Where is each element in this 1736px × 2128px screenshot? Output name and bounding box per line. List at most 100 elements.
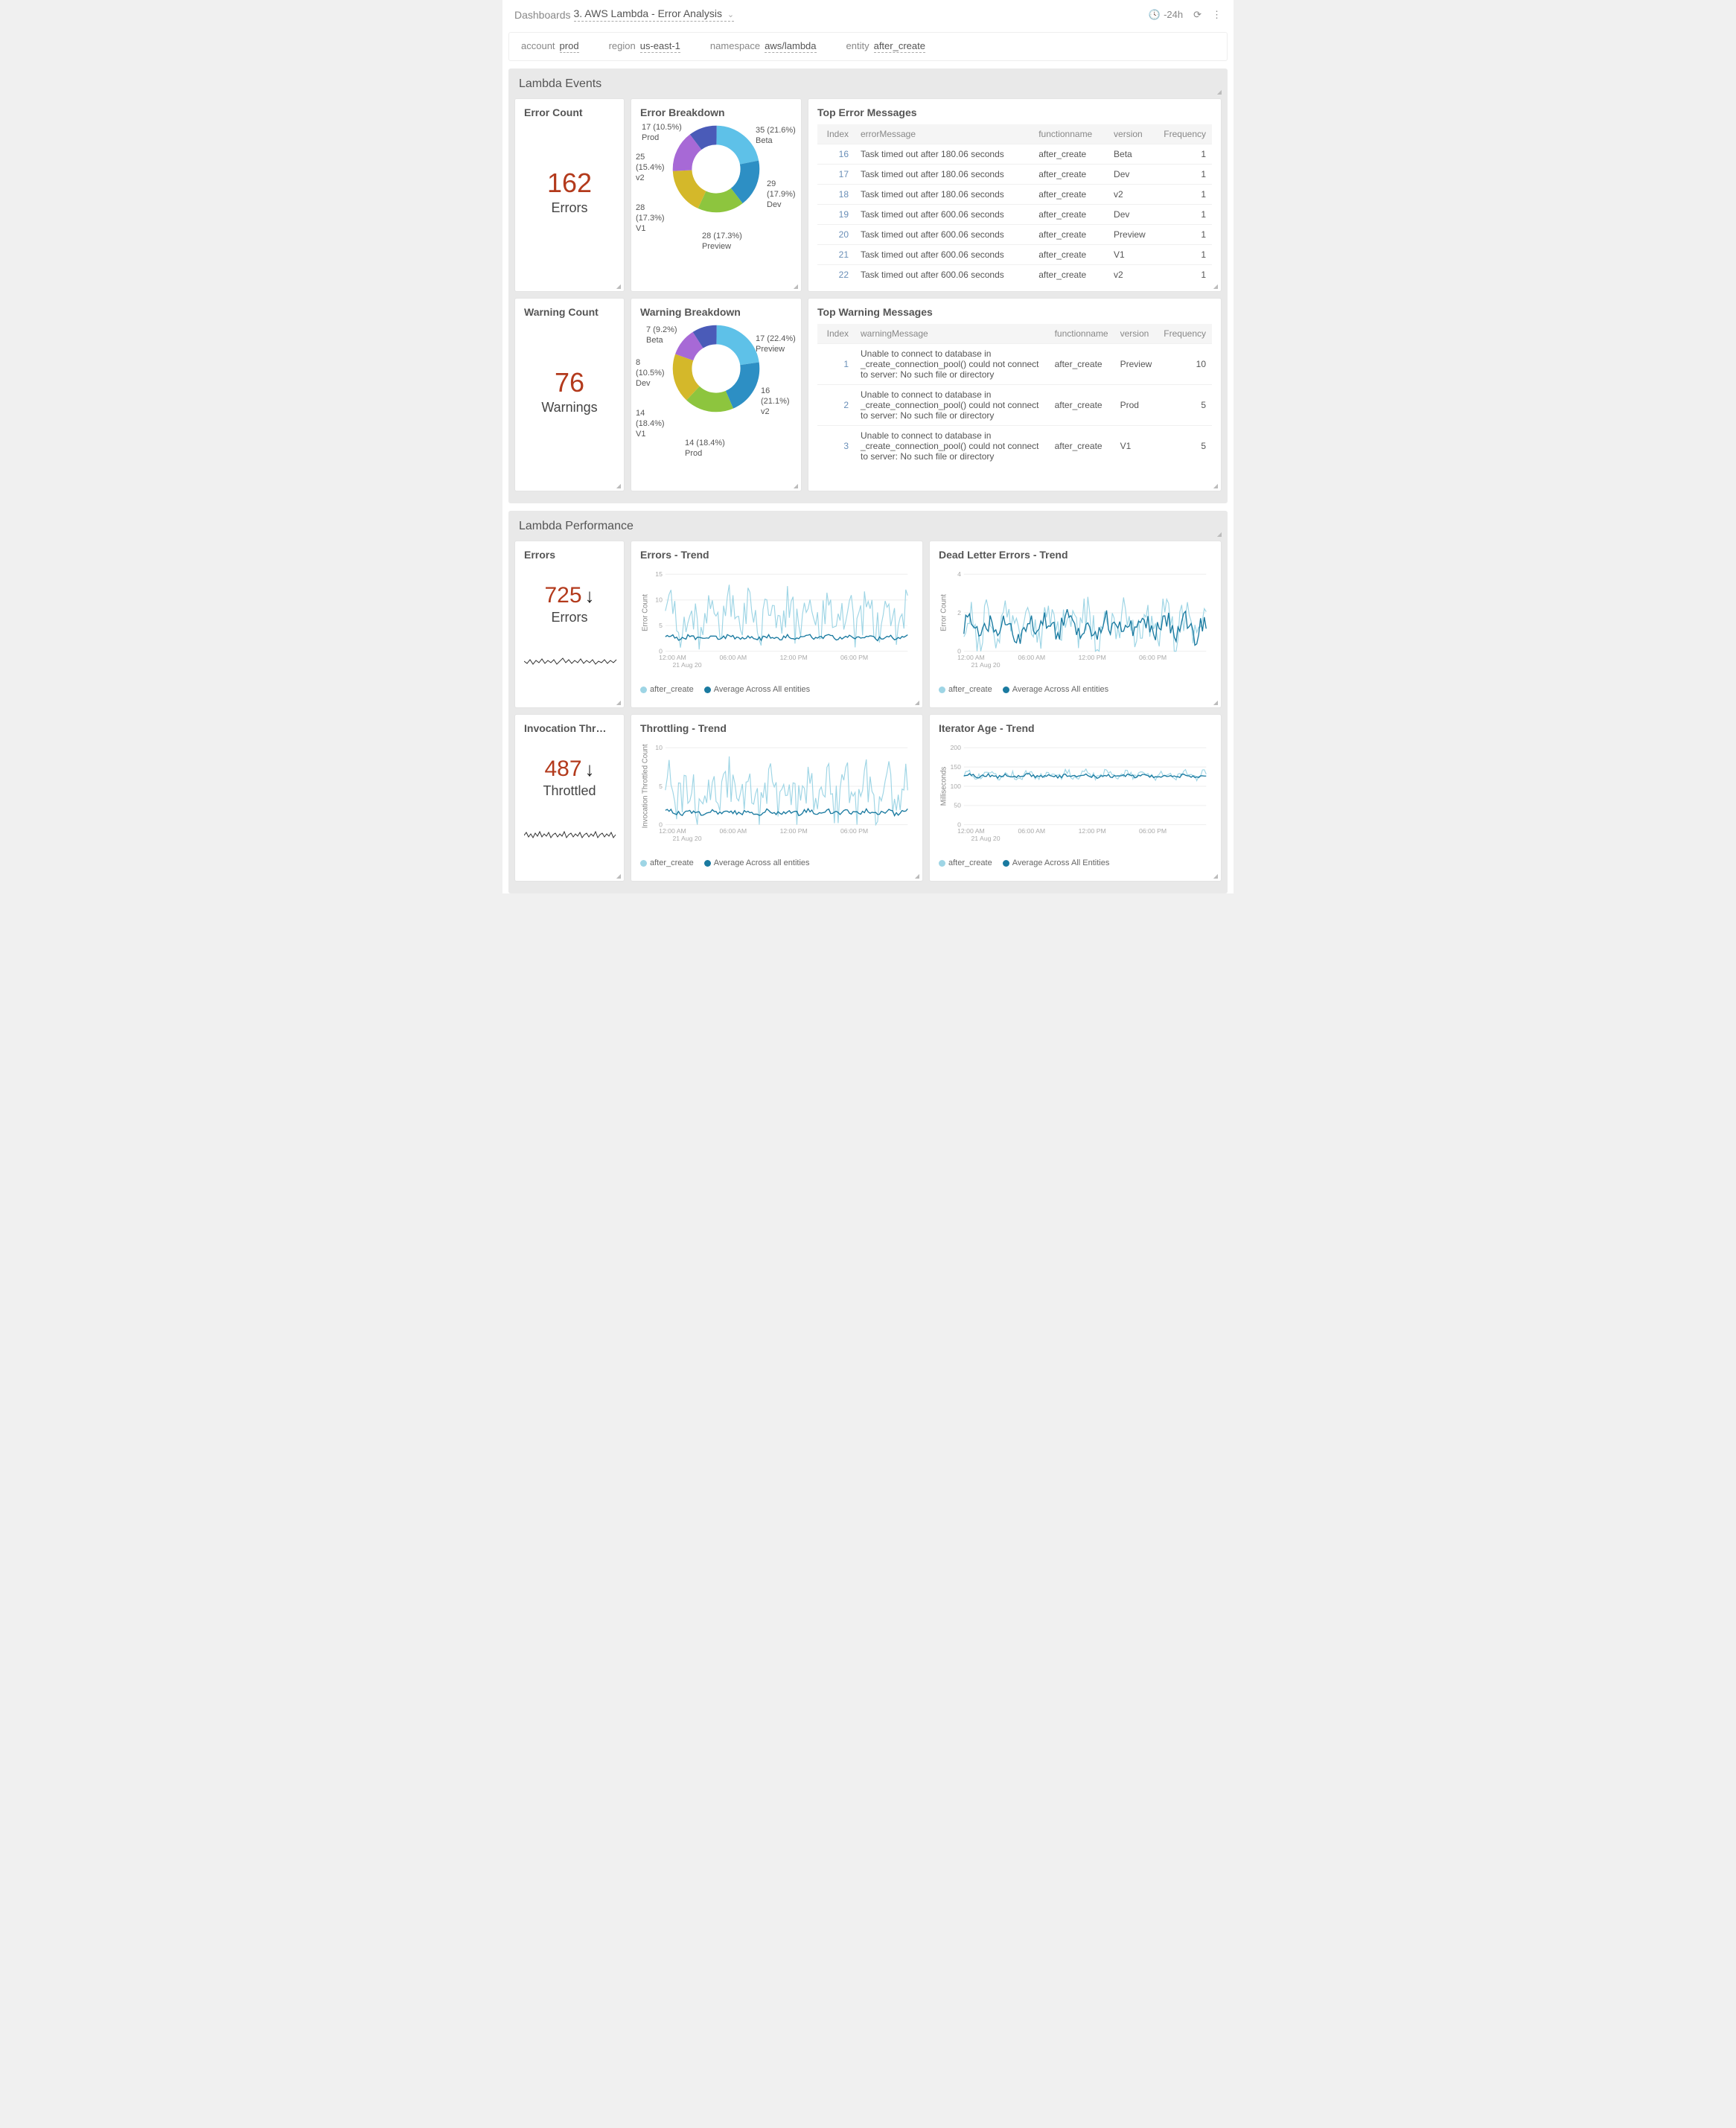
warning-table: IndexwarningMessagefunctionnameversionFr…	[817, 324, 1212, 466]
filter-bar: account prod region us-east-1 namespace …	[508, 32, 1228, 61]
table-row[interactable]: 1Unable to connect to database in _creat…	[817, 344, 1212, 385]
svg-text:5: 5	[659, 783, 663, 790]
more-menu-icon[interactable]: ⋮	[1212, 9, 1222, 21]
legend-dot-icon	[1003, 860, 1009, 867]
table-header[interactable]: Index	[817, 124, 855, 144]
panel-error-breakdown: Error Breakdown 35 (21.6%) Beta 29 (17.9…	[631, 98, 802, 292]
panel-top-warning-messages: Top Warning Messages IndexwarningMessage…	[808, 298, 1222, 491]
header: Dashboards 3. AWS Lambda - Error Analysi…	[502, 0, 1234, 29]
svg-text:12:00 PM: 12:00 PM	[1079, 827, 1106, 835]
time-range-picker[interactable]: 🕓 -24h	[1149, 9, 1183, 21]
svg-text:Error Count: Error Count	[642, 594, 650, 631]
table-row[interactable]: 20Task timed out after 600.06 secondsaft…	[817, 225, 1212, 245]
filter-account[interactable]: account prod	[521, 40, 579, 53]
legend-dot-icon	[704, 686, 711, 693]
svg-text:21 Aug 20: 21 Aug 20	[672, 661, 701, 669]
table-header[interactable]: errorMessage	[855, 124, 1033, 144]
svg-text:12:00 AM: 12:00 AM	[659, 827, 686, 835]
legend-dot-icon	[640, 860, 647, 867]
svg-text:200: 200	[950, 744, 961, 751]
warning-table-scroll[interactable]: IndexwarningMessagefunctionnameversionFr…	[817, 324, 1212, 466]
legend-dot-icon	[939, 860, 945, 867]
svg-text:5: 5	[659, 622, 663, 629]
table-row[interactable]: 3Unable to connect to database in _creat…	[817, 426, 1212, 467]
svg-text:06:00 AM: 06:00 AM	[1018, 654, 1045, 661]
filter-entity[interactable]: entity after_create	[846, 40, 925, 53]
svg-text:21 Aug 20: 21 Aug 20	[971, 835, 1000, 842]
filter-region[interactable]: region us-east-1	[609, 40, 680, 53]
error-table-scroll[interactable]: IndexerrorMessagefunctionnameversionFreq…	[817, 124, 1212, 284]
breadcrumb-root[interactable]: Dashboards	[514, 9, 571, 21]
legend-dot-icon	[640, 686, 647, 693]
line-chart-iterator[interactable]: 050100150200Milliseconds12:00 AM06:00 AM…	[939, 740, 1212, 852]
table-row[interactable]: 17Task timed out after 180.06 secondsaft…	[817, 165, 1212, 185]
table-header[interactable]: functionname	[1049, 324, 1114, 344]
error-table: IndexerrorMessagefunctionnameversionFreq…	[817, 124, 1212, 284]
svg-text:06:00 PM: 06:00 PM	[840, 827, 868, 835]
section-title: Lambda Events	[508, 69, 1228, 98]
panel-perf-errors: Errors 725 ↓ Errors	[514, 541, 625, 708]
table-header[interactable]: functionname	[1033, 124, 1108, 144]
line-chart-errors[interactable]: 051015Error Count12:00 AM06:00 AM12:00 P…	[640, 567, 913, 678]
sparkline	[524, 652, 617, 670]
table-header[interactable]: Frequency	[1158, 324, 1212, 344]
svg-text:21 Aug 20: 21 Aug 20	[672, 835, 701, 842]
table-row[interactable]: 16Task timed out after 180.06 secondsaft…	[817, 144, 1212, 165]
section-lambda-events: Lambda Events Error Count 162 Errors Err…	[508, 69, 1228, 503]
line-chart-deadletter[interactable]: 024Error Count12:00 AM06:00 AM12:00 PM06…	[939, 567, 1212, 678]
svg-text:10: 10	[655, 744, 663, 751]
table-row[interactable]: 2Unable to connect to database in _creat…	[817, 385, 1212, 426]
panel-iterator-trend: Iterator Age - Trend 050100150200Millise…	[929, 714, 1222, 882]
legend-dot-icon	[1003, 686, 1009, 693]
svg-text:06:00 AM: 06:00 AM	[719, 654, 747, 661]
svg-text:06:00 PM: 06:00 PM	[1139, 654, 1167, 661]
panel-deadletter-trend: Dead Letter Errors - Trend 024Error Coun…	[929, 541, 1222, 708]
section-title: Lambda Performance	[508, 511, 1228, 541]
line-chart-throttling[interactable]: 0510Invocation Throttled Count12:00 AM06…	[640, 740, 913, 852]
breadcrumb-current[interactable]: 3. AWS Lambda - Error Analysis ⌄	[574, 7, 735, 22]
error-count-value: 162	[547, 168, 592, 199]
svg-text:50: 50	[954, 802, 961, 809]
clock-icon: 🕓	[1149, 9, 1161, 21]
svg-text:Error Count: Error Count	[940, 594, 948, 631]
table-row[interactable]: 19Task timed out after 600.06 secondsaft…	[817, 205, 1212, 225]
svg-text:06:00 PM: 06:00 PM	[840, 654, 868, 661]
table-row[interactable]: 18Task timed out after 180.06 secondsaft…	[817, 185, 1212, 205]
svg-text:2: 2	[957, 609, 961, 617]
svg-text:Invocation Throttled Count: Invocation Throttled Count	[642, 744, 650, 828]
svg-text:100: 100	[950, 783, 961, 790]
svg-text:06:00 PM: 06:00 PM	[1139, 827, 1167, 835]
svg-text:21 Aug 20: 21 Aug 20	[971, 661, 1000, 669]
svg-text:150: 150	[950, 763, 961, 771]
warning-count-value: 76	[555, 367, 584, 398]
perf-throttled-value: 487	[544, 756, 581, 782]
panel-error-count: Error Count 162 Errors	[514, 98, 625, 292]
refresh-icon[interactable]: ⟳	[1193, 9, 1202, 21]
svg-text:15: 15	[655, 570, 663, 578]
perf-errors-value: 725	[544, 583, 581, 608]
panel-throttling-trend: Throttling - Trend 0510Invocation Thrott…	[631, 714, 923, 882]
svg-text:12:00 PM: 12:00 PM	[1079, 654, 1106, 661]
svg-text:12:00 AM: 12:00 AM	[957, 654, 985, 661]
table-header[interactable]: warningMessage	[855, 324, 1049, 344]
panel-errors-trend: Errors - Trend 051015Error Count12:00 AM…	[631, 541, 923, 708]
svg-text:12:00 AM: 12:00 AM	[659, 654, 686, 661]
section-lambda-performance: Lambda Performance Errors 725 ↓ Errors E…	[508, 511, 1228, 893]
table-header[interactable]: Frequency	[1158, 124, 1212, 144]
table-row[interactable]: 22Task timed out after 600.06 secondsaft…	[817, 265, 1212, 285]
svg-text:12:00 PM: 12:00 PM	[780, 827, 808, 835]
table-header[interactable]: version	[1114, 324, 1158, 344]
arrow-down-icon: ↓	[585, 758, 595, 781]
svg-text:06:00 AM: 06:00 AM	[1018, 827, 1045, 835]
svg-text:4: 4	[957, 570, 961, 578]
panel-warning-count: Warning Count 76 Warnings	[514, 298, 625, 491]
svg-text:10: 10	[655, 596, 663, 604]
svg-text:12:00 PM: 12:00 PM	[780, 654, 808, 661]
table-row[interactable]: 21Task timed out after 600.06 secondsaft…	[817, 245, 1212, 265]
filter-namespace[interactable]: namespace aws/lambda	[710, 40, 817, 53]
svg-text:Milliseconds: Milliseconds	[940, 767, 948, 806]
arrow-down-icon: ↓	[585, 584, 595, 608]
table-header[interactable]: Index	[817, 324, 855, 344]
chevron-down-icon: ⌄	[727, 10, 734, 19]
table-header[interactable]: version	[1108, 124, 1158, 144]
